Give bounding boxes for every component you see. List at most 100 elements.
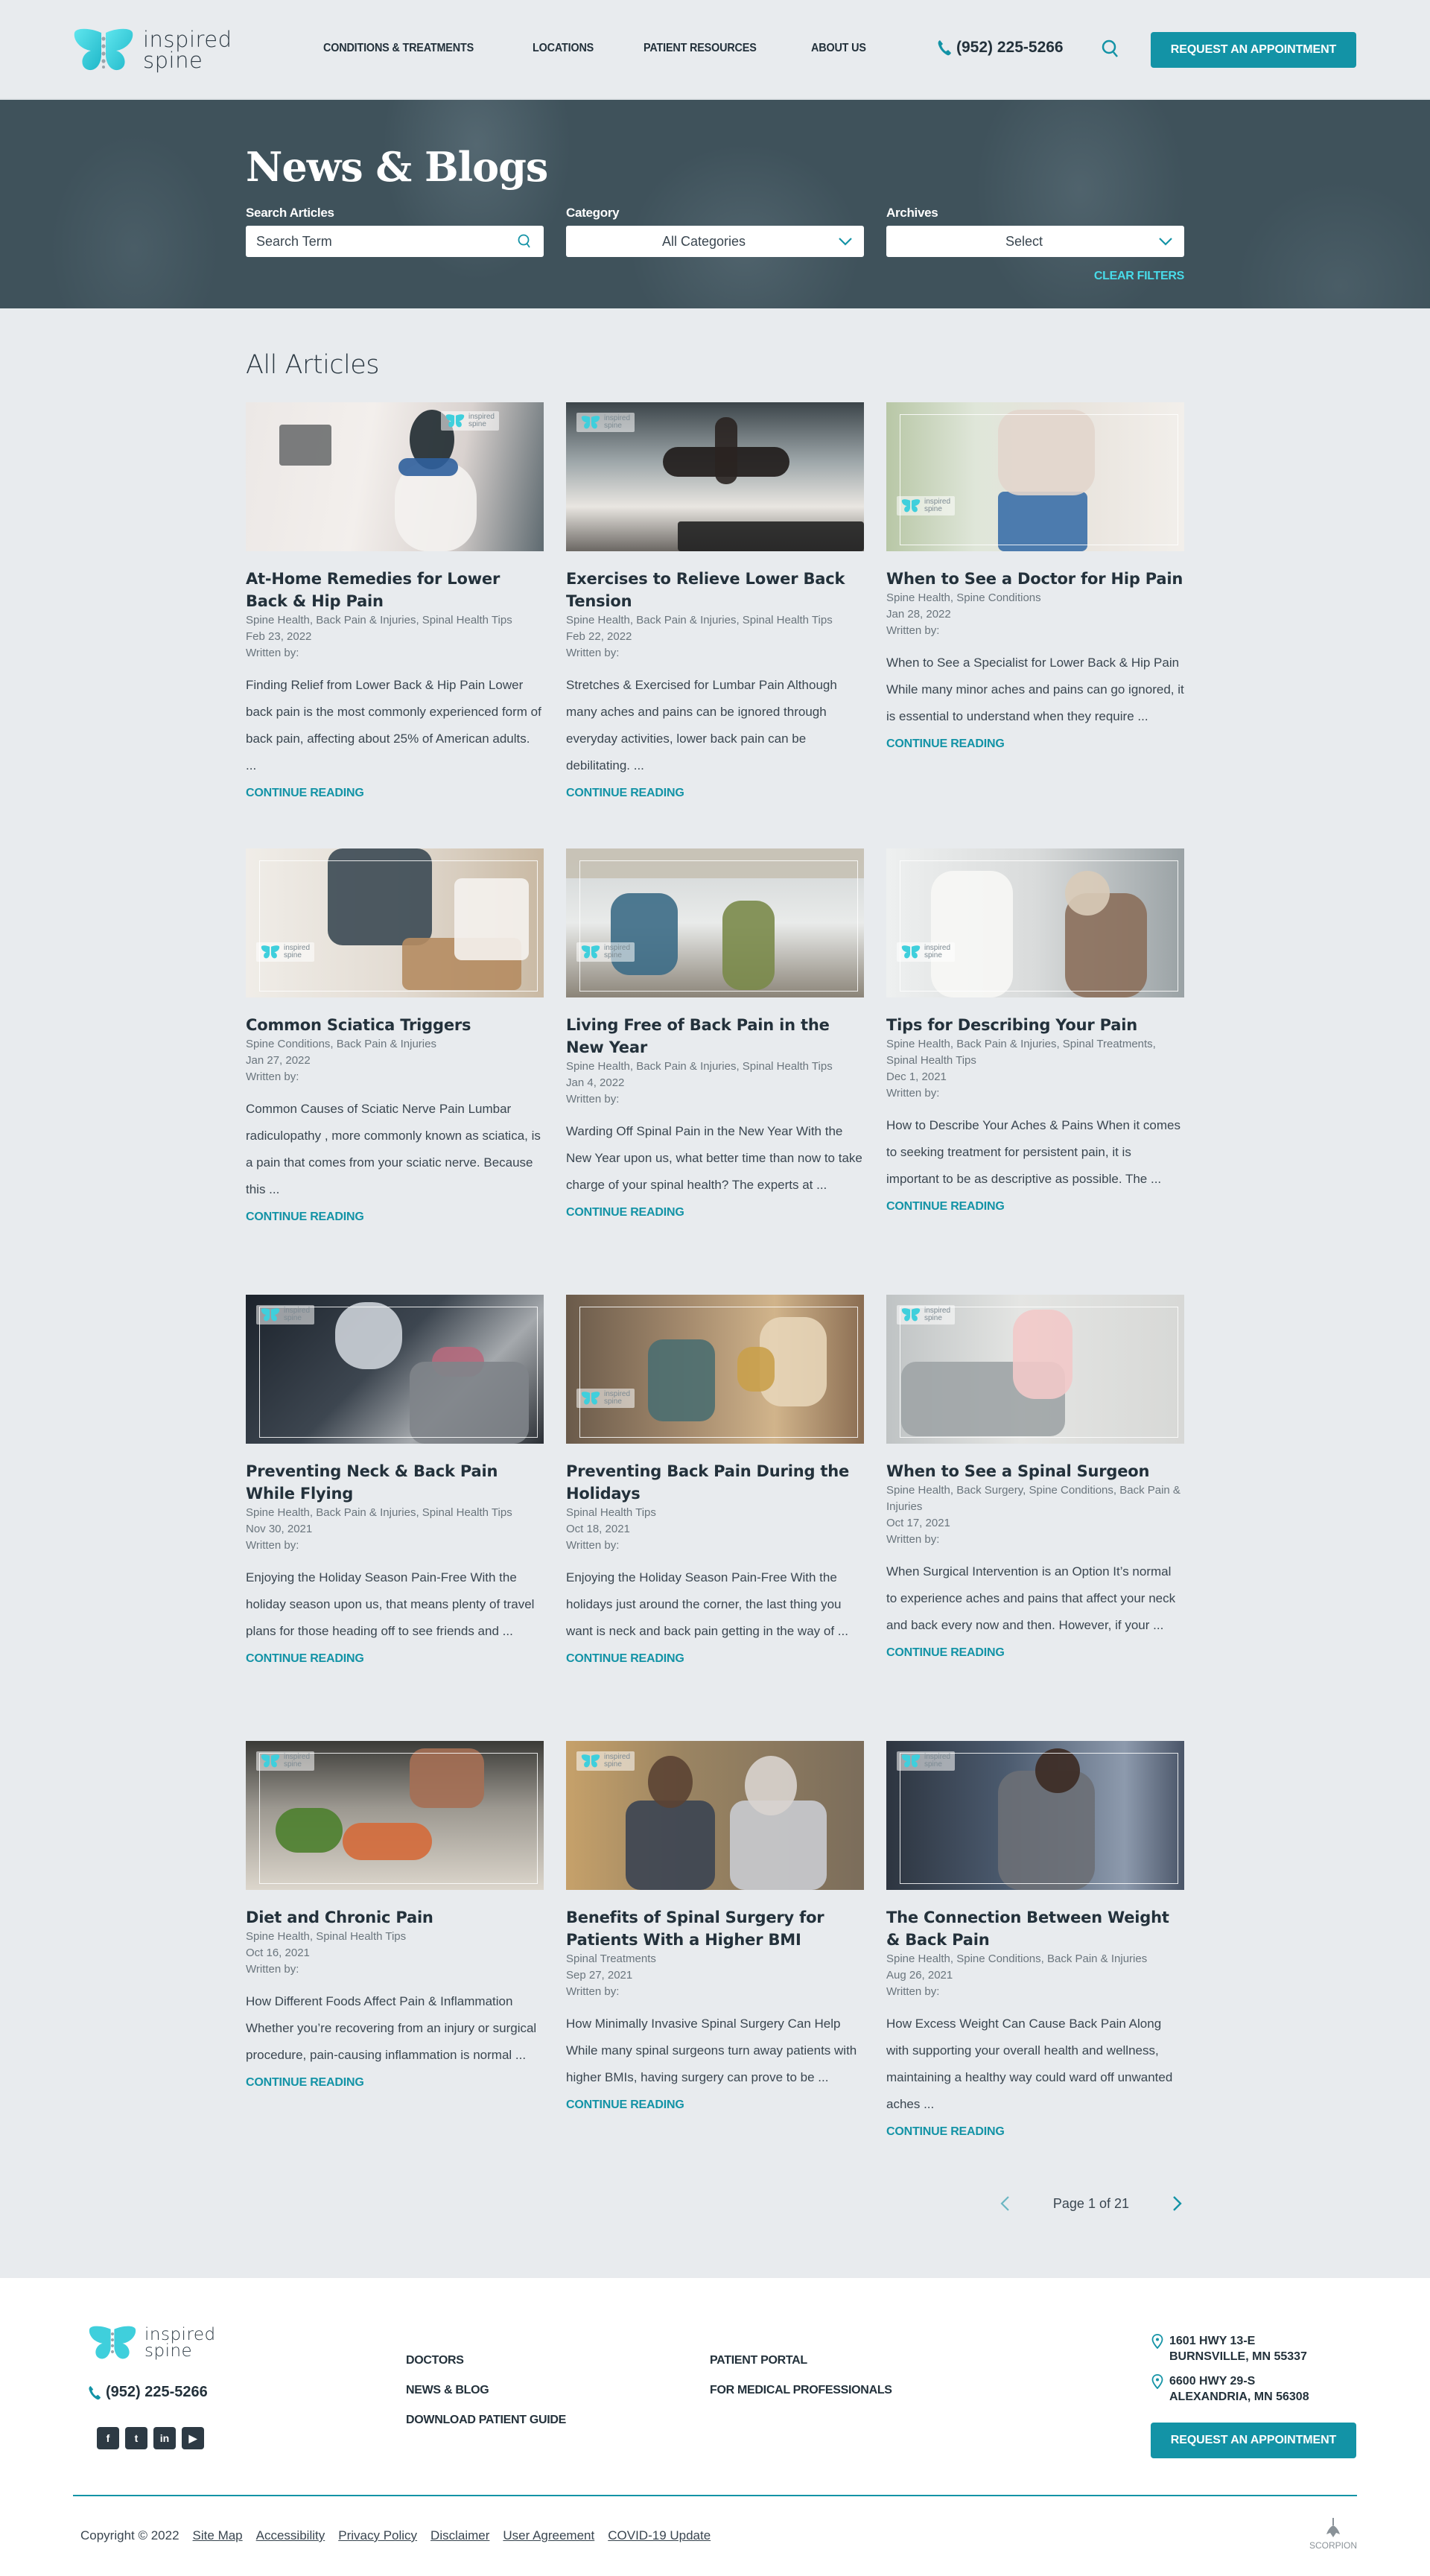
- watermark-line-2: spine: [924, 951, 942, 959]
- article-thumbnail[interactable]: inspired spine: [246, 1741, 544, 1890]
- request-appointment-button[interactable]: REQUEST AN APPOINTMENT: [1151, 32, 1356, 68]
- article-title[interactable]: The Connection Between Weight & Back Pai…: [886, 1906, 1184, 1951]
- continue-reading-link[interactable]: CONTINUE READING: [566, 1206, 684, 1219]
- article-title[interactable]: When to See a Doctor for Hip Pain: [886, 568, 1184, 590]
- article-title[interactable]: At-Home Remedies for Lower Back & Hip Pa…: [246, 568, 544, 612]
- article-title[interactable]: Preventing Back Pain During the Holidays: [566, 1460, 864, 1505]
- link-covid-update[interactable]: COVID-19 Update: [608, 2528, 711, 2543]
- photo-shape: [678, 521, 864, 551]
- continue-reading-link[interactable]: CONTINUE READING: [886, 1646, 1005, 1660]
- watermark-line-2: spine: [604, 1760, 622, 1768]
- footer-logo[interactable]: inspired spine: [88, 2326, 216, 2360]
- youtube-icon[interactable]: ▶: [182, 2427, 204, 2449]
- continue-reading-link[interactable]: CONTINUE READING: [566, 2098, 684, 2112]
- link-site-map[interactable]: Site Map: [193, 2528, 243, 2543]
- article-author: Written by:: [246, 647, 299, 659]
- continue-reading-link[interactable]: CONTINUE READING: [886, 2125, 1005, 2139]
- butterfly-logo-icon: [74, 28, 133, 71]
- chevron-left-icon[interactable]: [998, 2195, 1013, 2212]
- continue-reading-link[interactable]: CONTINUE READING: [246, 1652, 364, 1666]
- clear-filters-link[interactable]: CLEAR FILTERS: [1094, 270, 1184, 283]
- article-excerpt: How Minimally Invasive Spinal Surgery Ca…: [566, 2017, 857, 2084]
- search-icon[interactable]: [1101, 39, 1120, 60]
- article-thumbnail[interactable]: inspired spine: [246, 1295, 544, 1444]
- article-title[interactable]: Exercises to Relieve Lower Back Tension: [566, 568, 864, 612]
- article-thumbnail[interactable]: inspired spine: [886, 1295, 1184, 1444]
- article-author: Written by:: [886, 1533, 940, 1546]
- header-phone-link[interactable]: (952) 225-5266: [937, 39, 1064, 57]
- archives-filter: Archives Select: [886, 206, 1184, 257]
- watermark-text: inspired spine: [604, 415, 630, 430]
- continue-reading-link[interactable]: CONTINUE READING: [886, 737, 1005, 751]
- article-thumbnail[interactable]: inspired spine: [886, 402, 1184, 551]
- article-thumbnail[interactable]: inspired spine: [886, 1741, 1184, 1890]
- footer-phone-link[interactable]: (952) 225-5266: [88, 2384, 208, 2401]
- article-excerpt: Warding Off Spinal Pain in the New Year …: [566, 1124, 862, 1192]
- footer-request-appointment-button[interactable]: REQUEST AN APPOINTMENT: [1151, 2423, 1356, 2458]
- watermark-logo: inspired spine: [576, 1751, 635, 1771]
- article-title[interactable]: Living Free of Back Pain in the New Year: [566, 1014, 864, 1059]
- article-title[interactable]: Diet and Chronic Pain: [246, 1906, 544, 1929]
- article-date: Jan 28, 2022: [886, 608, 951, 621]
- nav-conditions-treatments[interactable]: CONDITIONS & TREATMENTS: [323, 42, 474, 55]
- continue-reading-link[interactable]: CONTINUE READING: [246, 1211, 364, 1224]
- category-select[interactable]: All Categories: [566, 226, 864, 257]
- article-categories: Spine Conditions, Back Pain & Injuries: [246, 1038, 436, 1050]
- search-icon[interactable]: [517, 233, 533, 250]
- archives-select[interactable]: Select: [886, 226, 1184, 257]
- scorpion-credit[interactable]: SCORPION: [1309, 2518, 1357, 2551]
- search-input[interactable]: Search Term: [246, 226, 544, 257]
- footer-link-patient-portal[interactable]: PATIENT PORTAL: [710, 2354, 892, 2367]
- nav-about-us[interactable]: ABOUT US: [811, 42, 866, 55]
- article-thumbnail[interactable]: inspired spine: [566, 1295, 864, 1444]
- footer-link-patient-guide[interactable]: DOWNLOAD PATIENT GUIDE: [406, 2414, 566, 2427]
- nav-locations[interactable]: LOCATIONS: [533, 42, 594, 55]
- article-date: Sep 27, 2021: [566, 1969, 633, 1982]
- article-thumbnail[interactable]: inspired spine: [246, 402, 544, 551]
- article-thumbnail[interactable]: inspired spine: [246, 848, 544, 997]
- photo-shape: [648, 1756, 693, 1808]
- continue-reading-link[interactable]: CONTINUE READING: [246, 2076, 364, 2090]
- article-author: Written by:: [886, 1087, 940, 1100]
- continue-reading-link[interactable]: CONTINUE READING: [566, 787, 684, 800]
- link-user-agreement[interactable]: User Agreement: [503, 2528, 594, 2543]
- address-alexandria[interactable]: 6600 HWY 29-S ALEXANDRIA, MN 56308: [1151, 2373, 1309, 2405]
- nav-patient-resources[interactable]: PATIENT RESOURCES: [644, 42, 757, 55]
- article-thumbnail[interactable]: inspired spine: [566, 1741, 864, 1890]
- article-title[interactable]: Benefits of Spinal Surgery for Patients …: [566, 1906, 864, 1951]
- linkedin-icon[interactable]: in: [153, 2427, 176, 2449]
- article-categories: Spine Health, Spine Conditions: [886, 591, 1041, 604]
- link-privacy-policy[interactable]: Privacy Policy: [338, 2528, 417, 2543]
- footer-link-medical-professionals[interactable]: FOR MEDICAL PROFESSIONALS: [710, 2384, 892, 2397]
- link-disclaimer[interactable]: Disclaimer: [430, 2528, 489, 2543]
- photo-shape: [626, 1801, 715, 1890]
- article-title[interactable]: Tips for Describing Your Pain: [886, 1014, 1184, 1036]
- footer-link-news-blog[interactable]: NEWS & BLOG: [406, 2384, 566, 2397]
- article-title[interactable]: Preventing Neck & Back Pain While Flying: [246, 1460, 544, 1505]
- article-categories: Spinal Treatments: [566, 1952, 656, 1965]
- continue-reading-link[interactable]: CONTINUE READING: [566, 1652, 684, 1666]
- photo-frame: [259, 1307, 538, 1438]
- article-thumbnail[interactable]: inspired spine: [566, 848, 864, 997]
- article-title[interactable]: When to See a Spinal Surgeon: [886, 1460, 1184, 1482]
- continue-reading-link[interactable]: CONTINUE READING: [246, 787, 364, 800]
- article-card: inspired spine Preventing Back Pain During…: [566, 1295, 864, 1741]
- twitter-icon[interactable]: t: [125, 2427, 147, 2449]
- chevron-right-icon[interactable]: [1169, 2195, 1184, 2212]
- watermark-logo: inspired spine: [576, 1389, 635, 1408]
- footer-link-doctors[interactable]: DOCTORS: [406, 2354, 566, 2367]
- link-accessibility[interactable]: Accessibility: [256, 2528, 325, 2543]
- article-thumbnail[interactable]: inspired spine: [886, 848, 1184, 997]
- chevron-down-icon: [839, 238, 852, 246]
- site-logo[interactable]: inspired spine: [73, 28, 232, 72]
- site-footer: inspired spine (952) 225-5266 f t in ▶ D…: [0, 2278, 1430, 2576]
- facebook-icon[interactable]: f: [97, 2427, 119, 2449]
- article-author: Written by:: [886, 624, 940, 637]
- watermark-text: inspired spine: [924, 498, 950, 513]
- address-burnsville[interactable]: 1601 HWY 13-E BURNSVILLE, MN 55337: [1151, 2333, 1309, 2364]
- main-nav: CONDITIONS & TREATMENTS LOCATIONS PATIEN…: [323, 42, 872, 55]
- article-title[interactable]: Common Sciatica Triggers: [246, 1014, 544, 1036]
- article-thumbnail[interactable]: inspired spine: [566, 402, 864, 551]
- continue-reading-link[interactable]: CONTINUE READING: [886, 1200, 1005, 1214]
- search-filter: Search Articles Search Term: [246, 206, 544, 257]
